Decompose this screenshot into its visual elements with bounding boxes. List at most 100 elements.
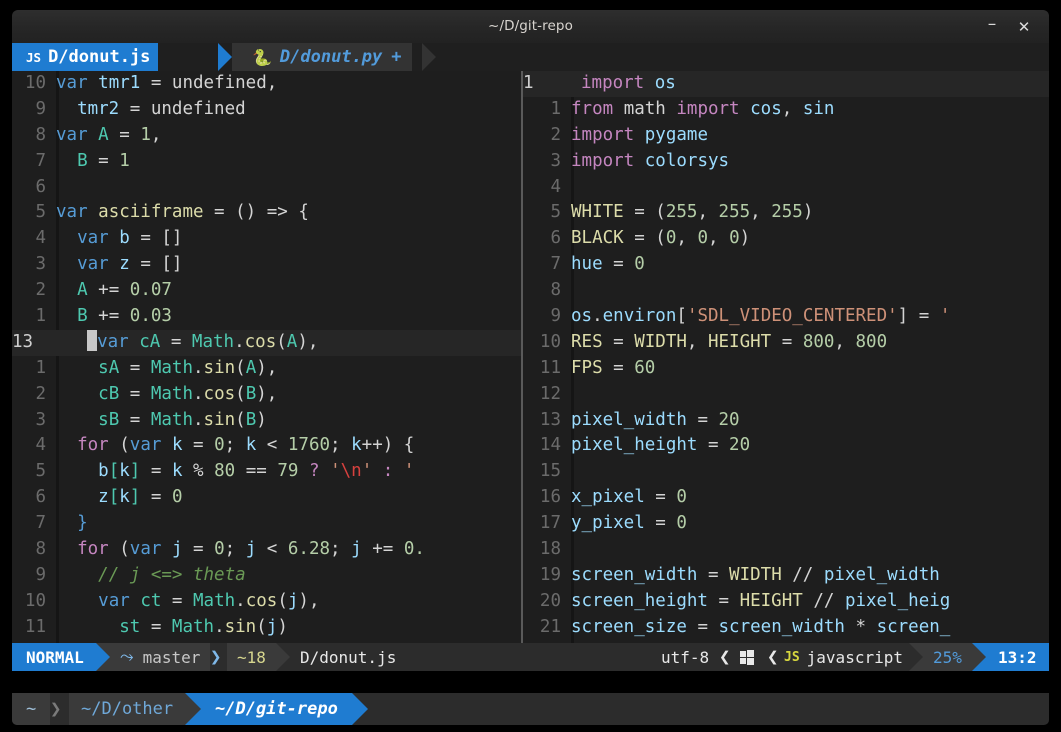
code-token: ] — [129, 461, 141, 482]
tab-active-arrow — [218, 43, 232, 71]
code-token: ( — [277, 590, 288, 611]
code-line: 2 cB = Math.cos(B), — [12, 382, 521, 408]
code-token: sin — [224, 616, 257, 637]
code-token: z — [119, 254, 130, 275]
code-token: ct — [140, 590, 162, 611]
status-chevron-left-1: ❮ — [719, 646, 731, 668]
tab-donut-py[interactable]: 🐍 D/donut.py + — [232, 43, 412, 71]
code-line: 19 screen_width = WIDTH // pixel_width — [523, 563, 1049, 589]
code-token: : — [382, 461, 394, 482]
code-token: ( — [276, 331, 287, 352]
code-token: = — [140, 73, 172, 93]
editor-pane-right[interactable]: 1 import os 1 from math import cos, sin 2 imp… — [523, 71, 1049, 643]
buffer-item-other[interactable]: ~/D/other — [69, 693, 186, 725]
code-line: 2 import pygame — [523, 123, 1049, 149]
close-button[interactable]: ✕ — [1013, 17, 1035, 37]
buffer-arrow-2 — [352, 693, 368, 725]
code-token: WIDTH — [634, 331, 687, 352]
code-text: // j <=> theta — [56, 565, 246, 585]
code-line: 18 — [523, 537, 1049, 563]
code-token: 0 — [214, 435, 225, 456]
code-token: var — [56, 124, 99, 145]
line-number: 6 — [35, 176, 46, 197]
line-number: 2 — [550, 124, 561, 145]
code-text: pixel_width = 20 — [571, 410, 740, 430]
code-line: 3 sB = Math.sin(B) — [12, 408, 521, 434]
code-token: ] = — [897, 306, 940, 327]
buffer-item-home[interactable]: ~ — [12, 693, 51, 725]
code-token: } — [77, 513, 88, 534]
code-token: = — [644, 513, 677, 534]
code-token: for — [77, 539, 120, 560]
code-token: ( — [119, 539, 130, 560]
code-token: pygame — [644, 124, 708, 145]
code-text: var z = [] — [56, 254, 182, 274]
python-file-icon: 🐍 — [252, 47, 272, 67]
code-token: 0 — [676, 487, 687, 508]
code-token: 0. — [403, 539, 425, 560]
code-token: = — [707, 590, 740, 611]
code-token: = — [119, 357, 151, 378]
line-number: 3 — [35, 409, 46, 430]
code-token: 255 — [771, 202, 803, 223]
line-number: 8 — [35, 539, 46, 560]
code-line: 6 z[k] = 0 — [12, 485, 521, 511]
code-token: ) — [739, 228, 751, 249]
code-line: 5 var asciiframe = () => { — [12, 200, 521, 226]
code-token: ) — [802, 202, 814, 223]
editor-pane-left[interactable]: 10 var tmr1 = undefined, 9 tmr2 = undefine… — [12, 71, 521, 643]
code-token: A — [77, 280, 88, 301]
js-filetype-icon: JS — [784, 649, 800, 665]
code-text: screen_size = screen_width * screen_ — [571, 617, 950, 637]
code-token: for — [77, 435, 120, 456]
code-token: Math — [150, 357, 193, 378]
windows-icon — [740, 650, 755, 665]
minimize-button[interactable]: – — [981, 16, 1003, 37]
code-line: 9 // j <=> theta — [12, 563, 521, 589]
code-token: j — [245, 539, 257, 560]
code-token: import — [571, 124, 645, 145]
code-line: 17 y_pixel = 0 — [523, 511, 1049, 537]
code-token: . — [235, 590, 246, 611]
line-number: 5 — [550, 202, 561, 223]
status-encoding: utf-8 — [661, 647, 710, 667]
code-text: hue = 0 — [571, 254, 645, 274]
code-token: k — [171, 461, 183, 482]
code-token: x_pixel — [571, 487, 645, 508]
line-number: 20 — [539, 590, 561, 611]
code-token: 20 — [718, 409, 740, 430]
code-token: import — [581, 73, 655, 93]
code-token: = — [140, 616, 172, 637]
code-token: , — [686, 331, 708, 352]
code-token: ' — [361, 461, 373, 482]
code-token: ( — [119, 435, 130, 456]
code-text: x_pixel = 0 — [571, 487, 687, 507]
code-text: var ct = Math.cos(j), — [56, 591, 319, 611]
code-token: . — [234, 331, 245, 352]
code-text: A += 0.07 — [56, 280, 172, 300]
code-token: screen_size — [571, 616, 687, 637]
code-token: undefined — [150, 98, 246, 119]
code-line: 1 sA = Math.sin(A), — [12, 356, 521, 382]
code-text: B += 0.03 — [56, 306, 172, 326]
code-token: st — [119, 616, 141, 637]
code-line: 20 screen_height = HEIGHT // pixel_heig — [523, 589, 1049, 615]
code-token: k — [171, 435, 183, 456]
code-token: 6.28 — [287, 539, 331, 560]
code-text: import os — [581, 73, 676, 93]
code-token: 60 — [634, 357, 656, 378]
code-token: B — [77, 150, 88, 171]
line-number: 1 — [35, 357, 46, 378]
buffer-item-git-repo[interactable]: ~/D/git-repo — [201, 693, 352, 725]
code-token: os — [654, 73, 676, 93]
code-text: sB = Math.sin(B) — [56, 410, 267, 430]
tab-donut-js[interactable]: JS D/donut.js — [12, 43, 159, 71]
line-number: 7 — [35, 513, 46, 534]
status-mode: NORMAL — [12, 643, 96, 671]
code-token: [ — [676, 306, 687, 327]
line-number: 9 — [35, 98, 46, 119]
line-number: 13 — [12, 331, 34, 352]
